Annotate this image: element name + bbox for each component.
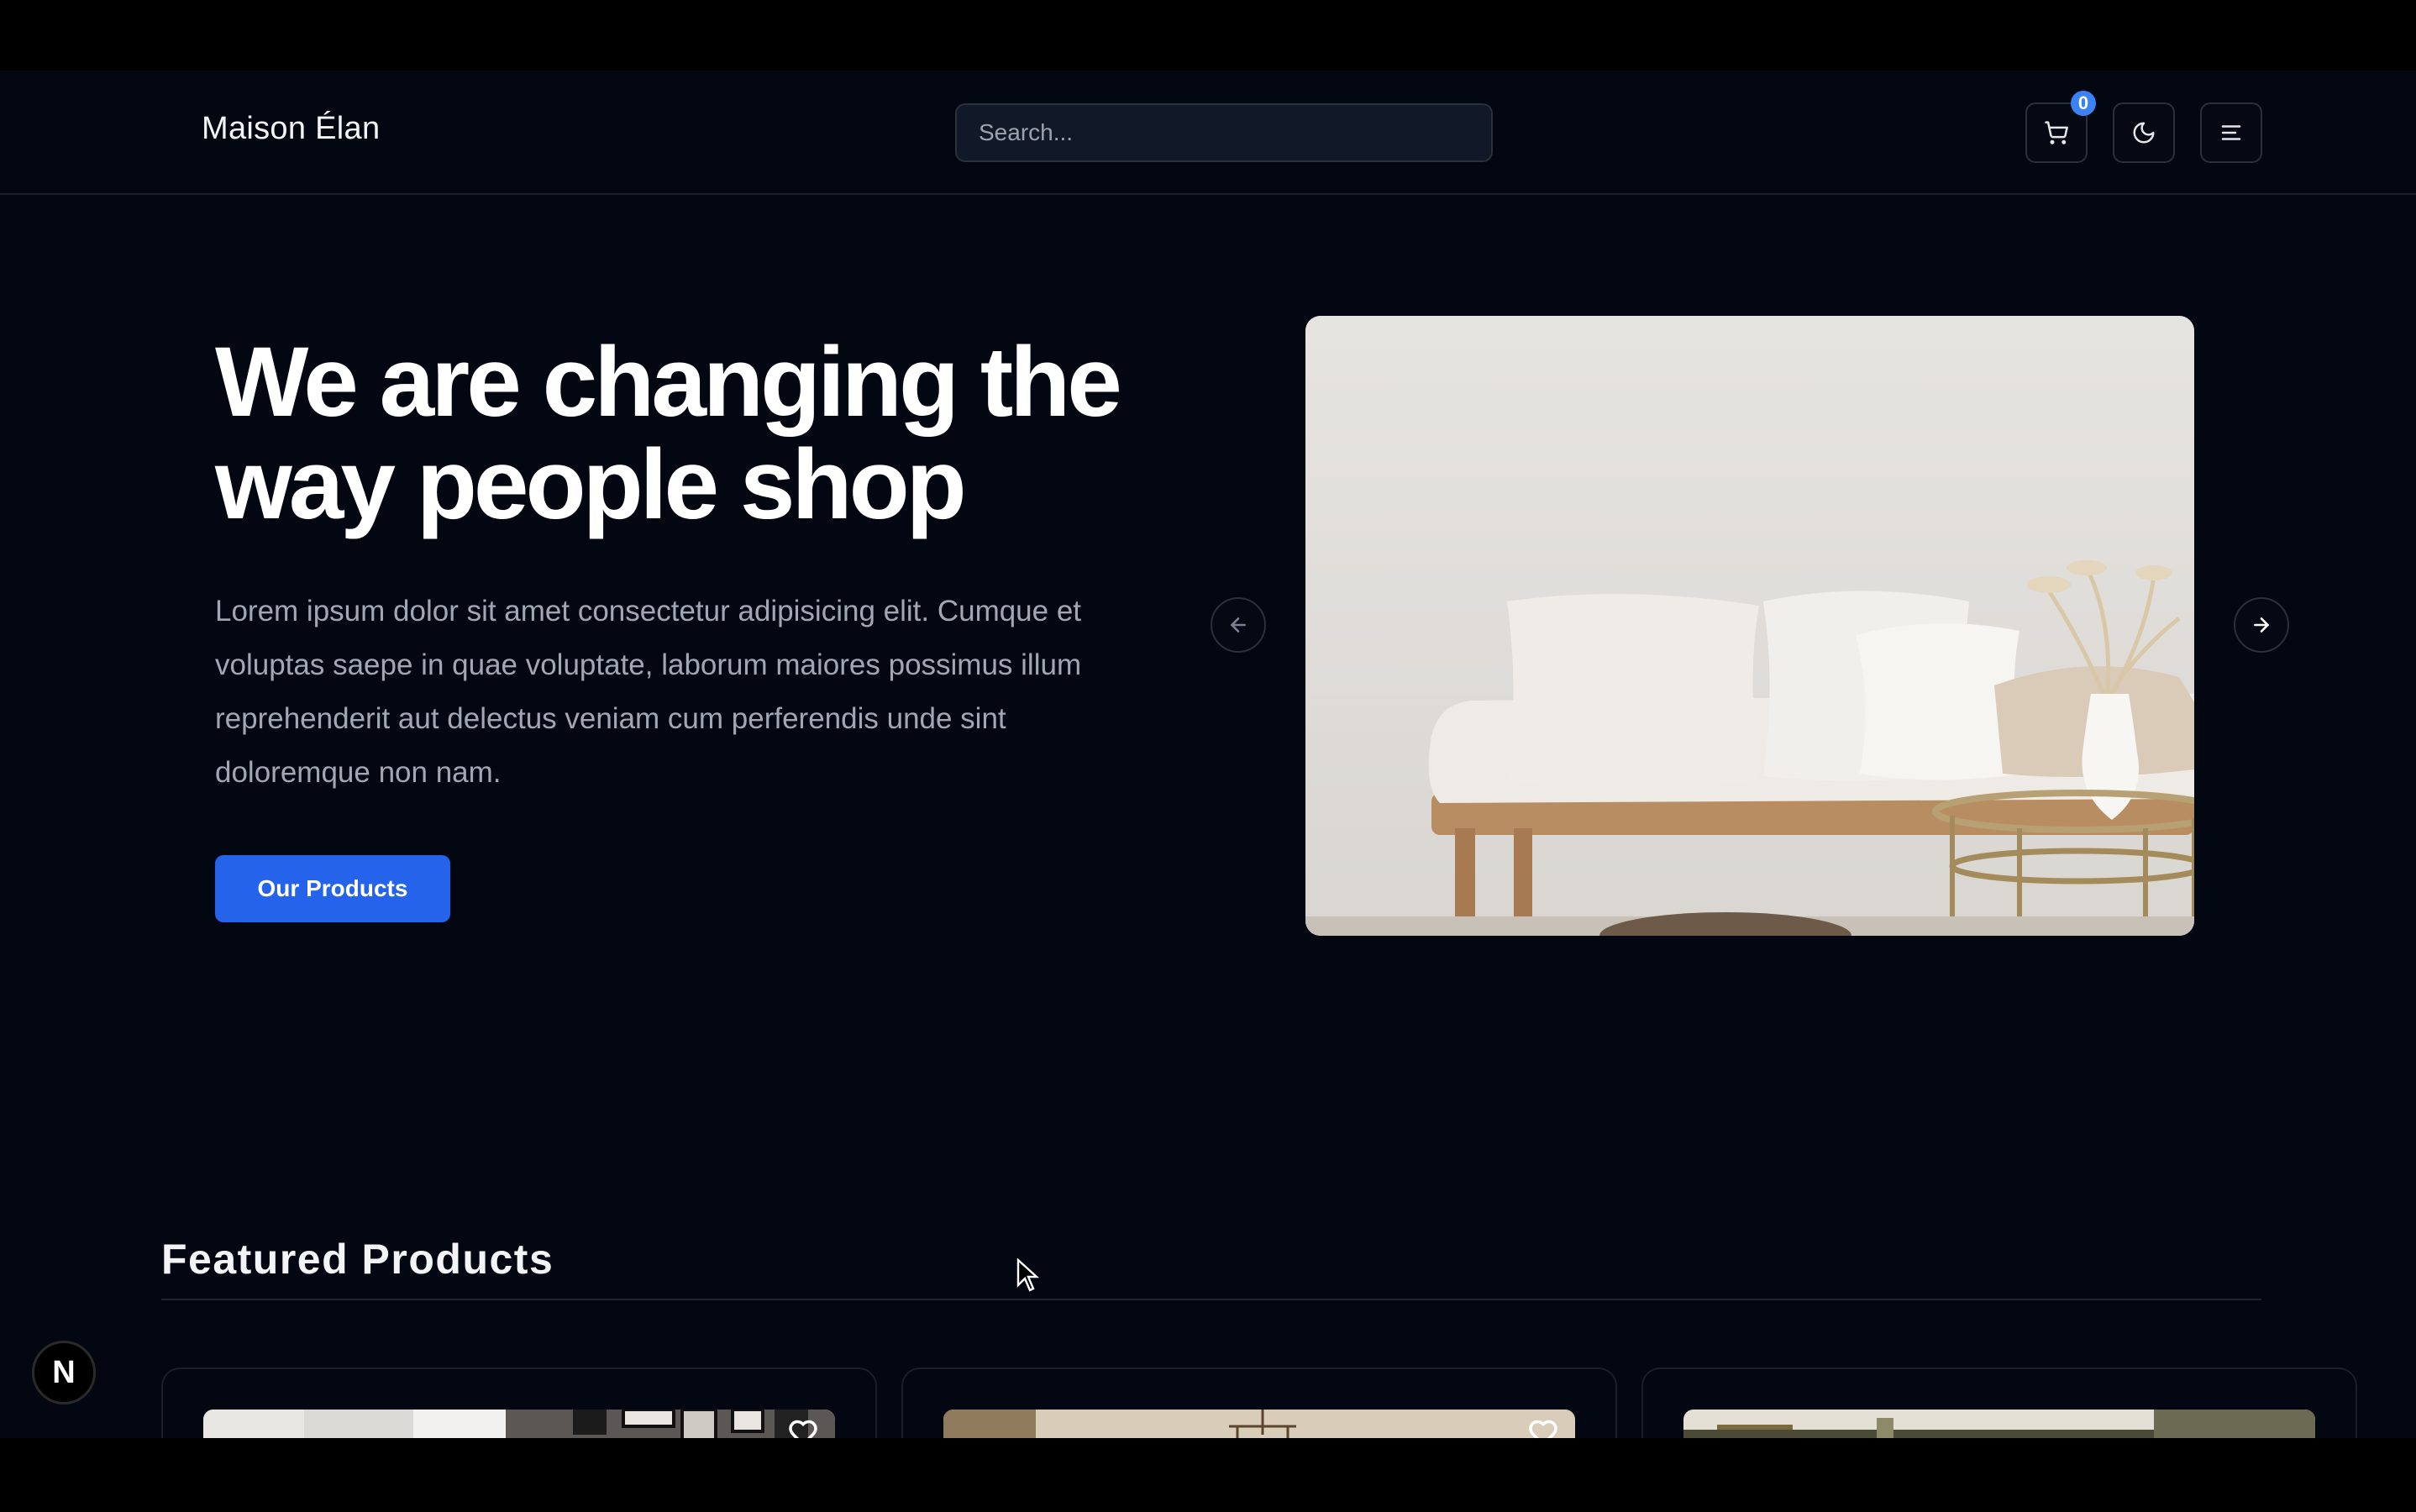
product-card[interactable] <box>1641 1368 2357 1438</box>
menu-icon <box>2221 125 2241 140</box>
site-header: Maison Élan 0 <box>0 71 2416 195</box>
brand-logo[interactable]: Maison Élan <box>202 111 380 147</box>
hero-description: Lorem ipsum dolor sit amet consectetur a… <box>215 595 1082 789</box>
hero-slide-image <box>1305 316 2194 936</box>
search-input[interactable] <box>955 103 1493 162</box>
featured-products-title: Featured Products <box>161 1236 554 1283</box>
chandelier-room-photo <box>943 1410 1575 1438</box>
arrow-left-icon <box>1231 617 1246 633</box>
carousel-prev-button[interactable] <box>1211 597 1266 653</box>
hero-title: We are changing the way people shop <box>215 327 1122 540</box>
cart-count-badge: 0 <box>2071 91 2096 116</box>
product-image[interactable] <box>203 1410 835 1438</box>
letterbox-top <box>0 0 2416 71</box>
section-divider <box>161 1299 2261 1300</box>
gallery-wall-photo <box>203 1410 835 1438</box>
product-card[interactable] <box>901 1368 1617 1438</box>
sofa-photo <box>1305 316 2194 936</box>
cart-button[interactable]: 0 <box>2025 91 2096 163</box>
heart-icon <box>1529 1420 1557 1438</box>
our-products-button[interactable]: Our Products <box>215 855 450 922</box>
moon-icon <box>2133 122 2155 144</box>
product-image[interactable] <box>943 1410 1575 1438</box>
carousel-next-button[interactable] <box>2234 597 2289 653</box>
favorite-button[interactable] <box>2268 1418 2298 1438</box>
browser-viewport: Maison Élan 0 We are changing the way pe… <box>0 71 2416 1438</box>
arrow-right-icon <box>2254 617 2269 633</box>
mouse-cursor-icon <box>1016 1258 1040 1292</box>
letterbox-bottom <box>0 1438 2416 1512</box>
dev-tools-badge[interactable]: N <box>32 1341 96 1404</box>
favorite-button[interactable] <box>1528 1418 1558 1438</box>
theme-toggle-button[interactable] <box>2113 102 2175 163</box>
product-card[interactable] <box>161 1368 877 1438</box>
favorite-button[interactable] <box>788 1418 818 1438</box>
menu-button[interactable] <box>2200 102 2262 163</box>
heart-icon <box>789 1420 817 1438</box>
product-image[interactable] <box>1683 1410 2315 1438</box>
dining-room-photo <box>1683 1410 2315 1438</box>
cart-icon <box>2045 121 2068 144</box>
